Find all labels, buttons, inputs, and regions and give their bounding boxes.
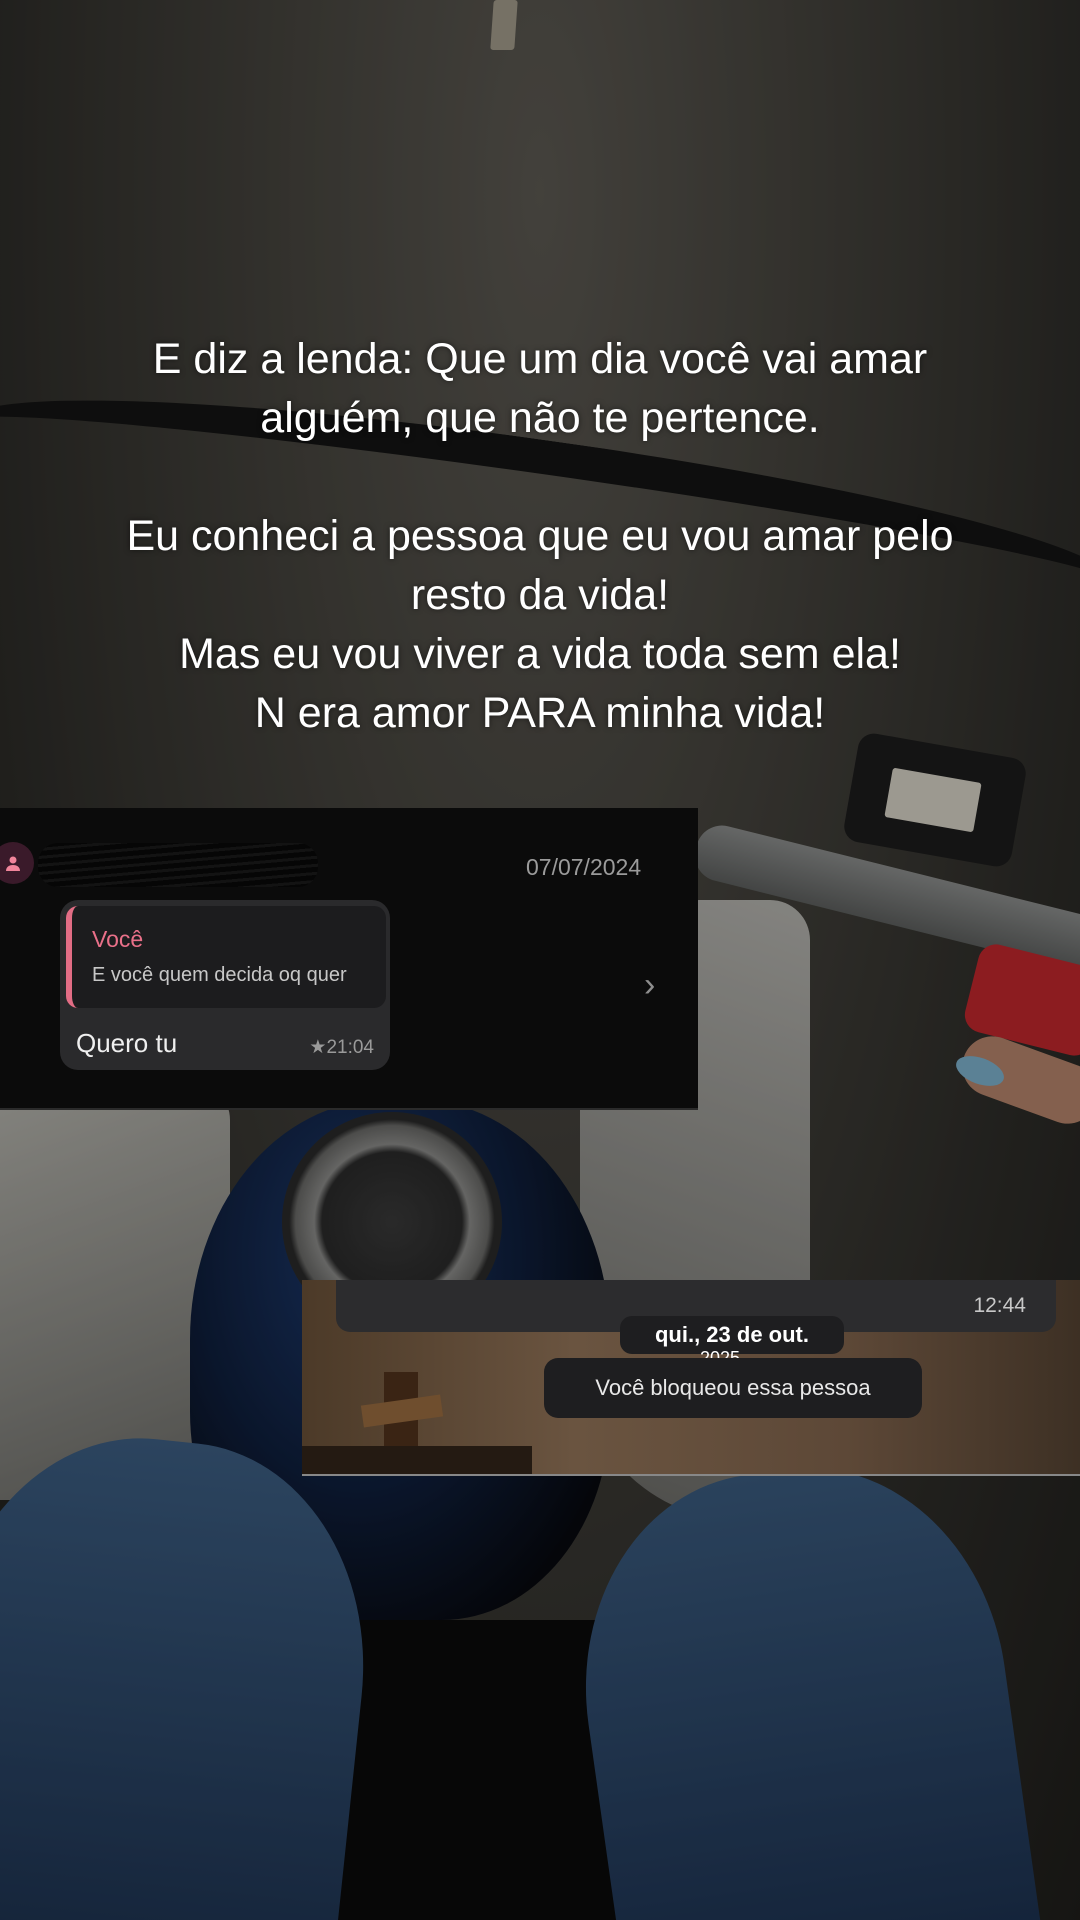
blocked-notice: Você bloqueou essa pessoa bbox=[544, 1358, 922, 1418]
caption-line: Eu conheci a pessoa que eu vou amar pelo bbox=[126, 512, 954, 560]
chat-screenshot-1: 07/07/2024 Você E você quem decida oq qu… bbox=[0, 808, 698, 1110]
chat-screenshot-2: 12:44 qui., 23 de out. 2025 Você bloqueo… bbox=[302, 1280, 1080, 1476]
chevron-right-icon[interactable]: › bbox=[644, 966, 655, 1005]
quoted-reply[interactable]: Você E você quem decida oq quer bbox=[66, 906, 386, 1008]
caption-line: alguém, que não te pertence. bbox=[260, 394, 820, 442]
caption-line: Mas eu vou viver a vida toda sem ela! bbox=[179, 630, 901, 678]
person-icon[interactable] bbox=[0, 842, 34, 884]
wall-frame bbox=[302, 1446, 532, 1474]
caption-text: E diz a lenda: Que um dia você vai amar … bbox=[40, 330, 1040, 743]
message-bubble[interactable]: Você E você quem decida oq quer Quero tu… bbox=[60, 900, 390, 1070]
quote-text: E você quem decida oq quer bbox=[92, 964, 347, 986]
caption-line: E diz a lenda: Que um dia você vai amar bbox=[152, 335, 928, 383]
caption-line: resto da vida! bbox=[410, 571, 670, 619]
redacted-name bbox=[38, 843, 318, 887]
message-time: ★21:04 bbox=[309, 1037, 374, 1058]
message-text: Quero tu bbox=[76, 1028, 178, 1058]
caption-line: N era amor PARA minha vida! bbox=[254, 689, 826, 737]
quote-author: Você bbox=[92, 926, 144, 952]
caption-gap bbox=[40, 448, 1040, 507]
message-time: 12:44 bbox=[973, 1294, 1026, 1317]
message-date: 07/07/2024 bbox=[526, 854, 642, 880]
